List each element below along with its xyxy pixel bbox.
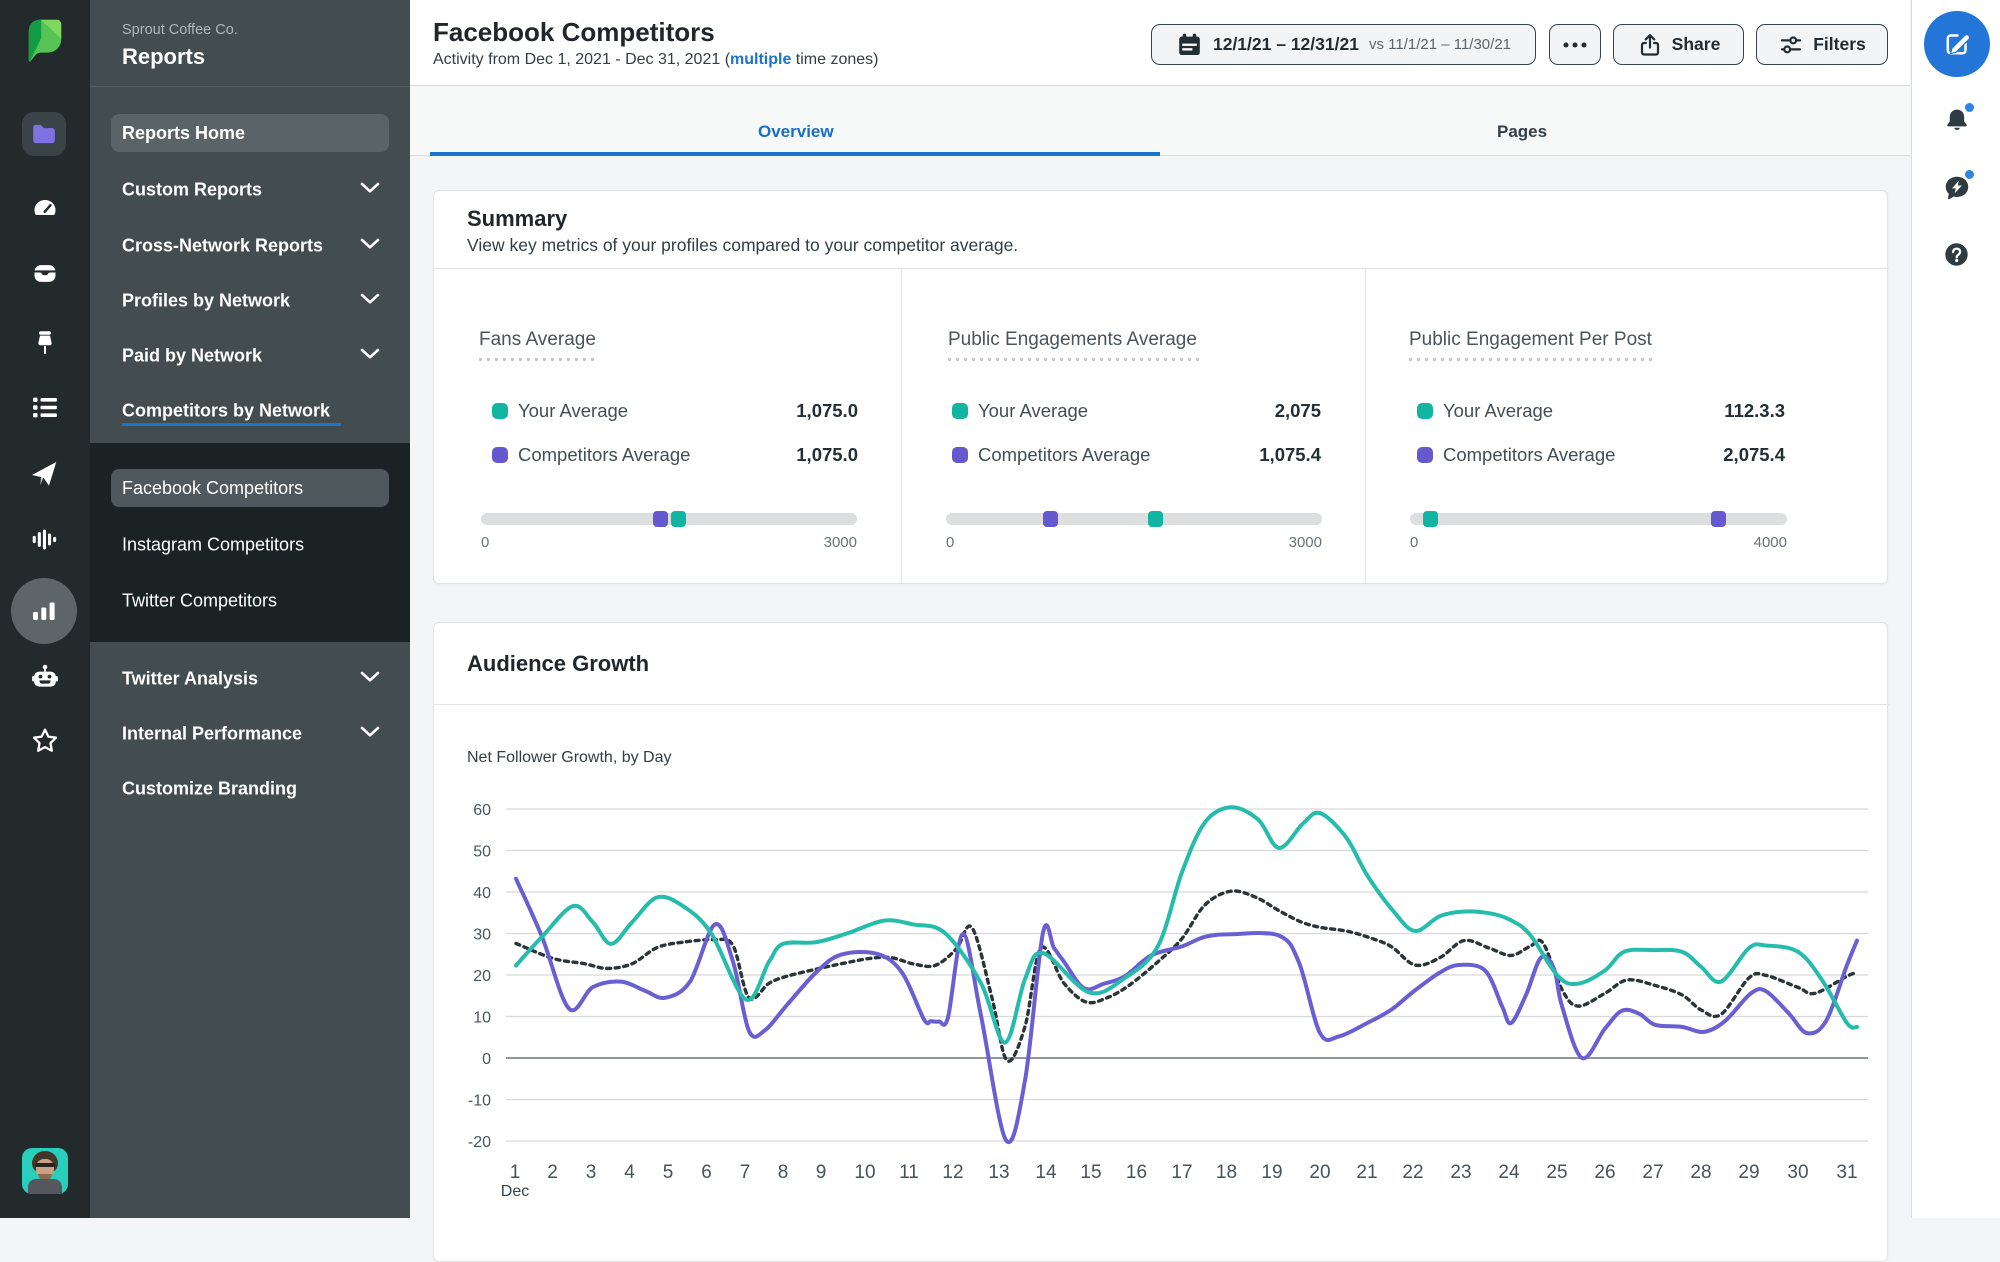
svg-text:15: 15 [1080, 1162, 1101, 1183]
svg-text:23: 23 [1450, 1162, 1471, 1183]
svg-text:10: 10 [854, 1162, 875, 1183]
svg-text:31: 31 [1836, 1162, 1857, 1183]
svg-text:30: 30 [1787, 1162, 1808, 1183]
svg-text:-20: -20 [468, 1134, 491, 1151]
svg-text:-10: -10 [468, 1093, 491, 1110]
svg-text:4: 4 [624, 1162, 635, 1183]
svg-text:9: 9 [816, 1162, 827, 1183]
svg-text:20: 20 [1309, 1162, 1330, 1183]
svg-text:60: 60 [473, 802, 491, 819]
svg-text:13: 13 [988, 1162, 1009, 1183]
svg-text:17: 17 [1171, 1162, 1192, 1183]
svg-text:7: 7 [740, 1162, 751, 1183]
svg-text:12: 12 [942, 1162, 963, 1183]
svg-text:Dec: Dec [501, 1183, 529, 1200]
svg-text:16: 16 [1126, 1162, 1147, 1183]
svg-text:10: 10 [473, 1010, 491, 1027]
svg-text:11: 11 [899, 1162, 919, 1183]
svg-text:0: 0 [482, 1051, 491, 1068]
svg-text:25: 25 [1546, 1162, 1567, 1183]
svg-text:24: 24 [1498, 1162, 1520, 1183]
svg-text:8: 8 [778, 1162, 789, 1183]
svg-text:21: 21 [1356, 1162, 1377, 1183]
svg-text:27: 27 [1642, 1162, 1663, 1183]
svg-text:18: 18 [1216, 1162, 1237, 1183]
svg-text:6: 6 [701, 1162, 712, 1183]
svg-text:5: 5 [663, 1162, 674, 1183]
svg-text:1: 1 [510, 1162, 521, 1183]
svg-text:22: 22 [1402, 1162, 1423, 1183]
svg-text:30: 30 [473, 927, 491, 944]
svg-text:29: 29 [1738, 1162, 1759, 1183]
svg-text:14: 14 [1035, 1162, 1057, 1183]
svg-text:3: 3 [586, 1162, 597, 1183]
svg-text:19: 19 [1261, 1162, 1282, 1183]
svg-text:26: 26 [1594, 1162, 1615, 1183]
svg-text:40: 40 [473, 885, 491, 902]
svg-text:20: 20 [473, 968, 491, 985]
svg-text:2: 2 [547, 1162, 558, 1183]
svg-text:50: 50 [473, 844, 491, 861]
svg-text:28: 28 [1690, 1162, 1711, 1183]
